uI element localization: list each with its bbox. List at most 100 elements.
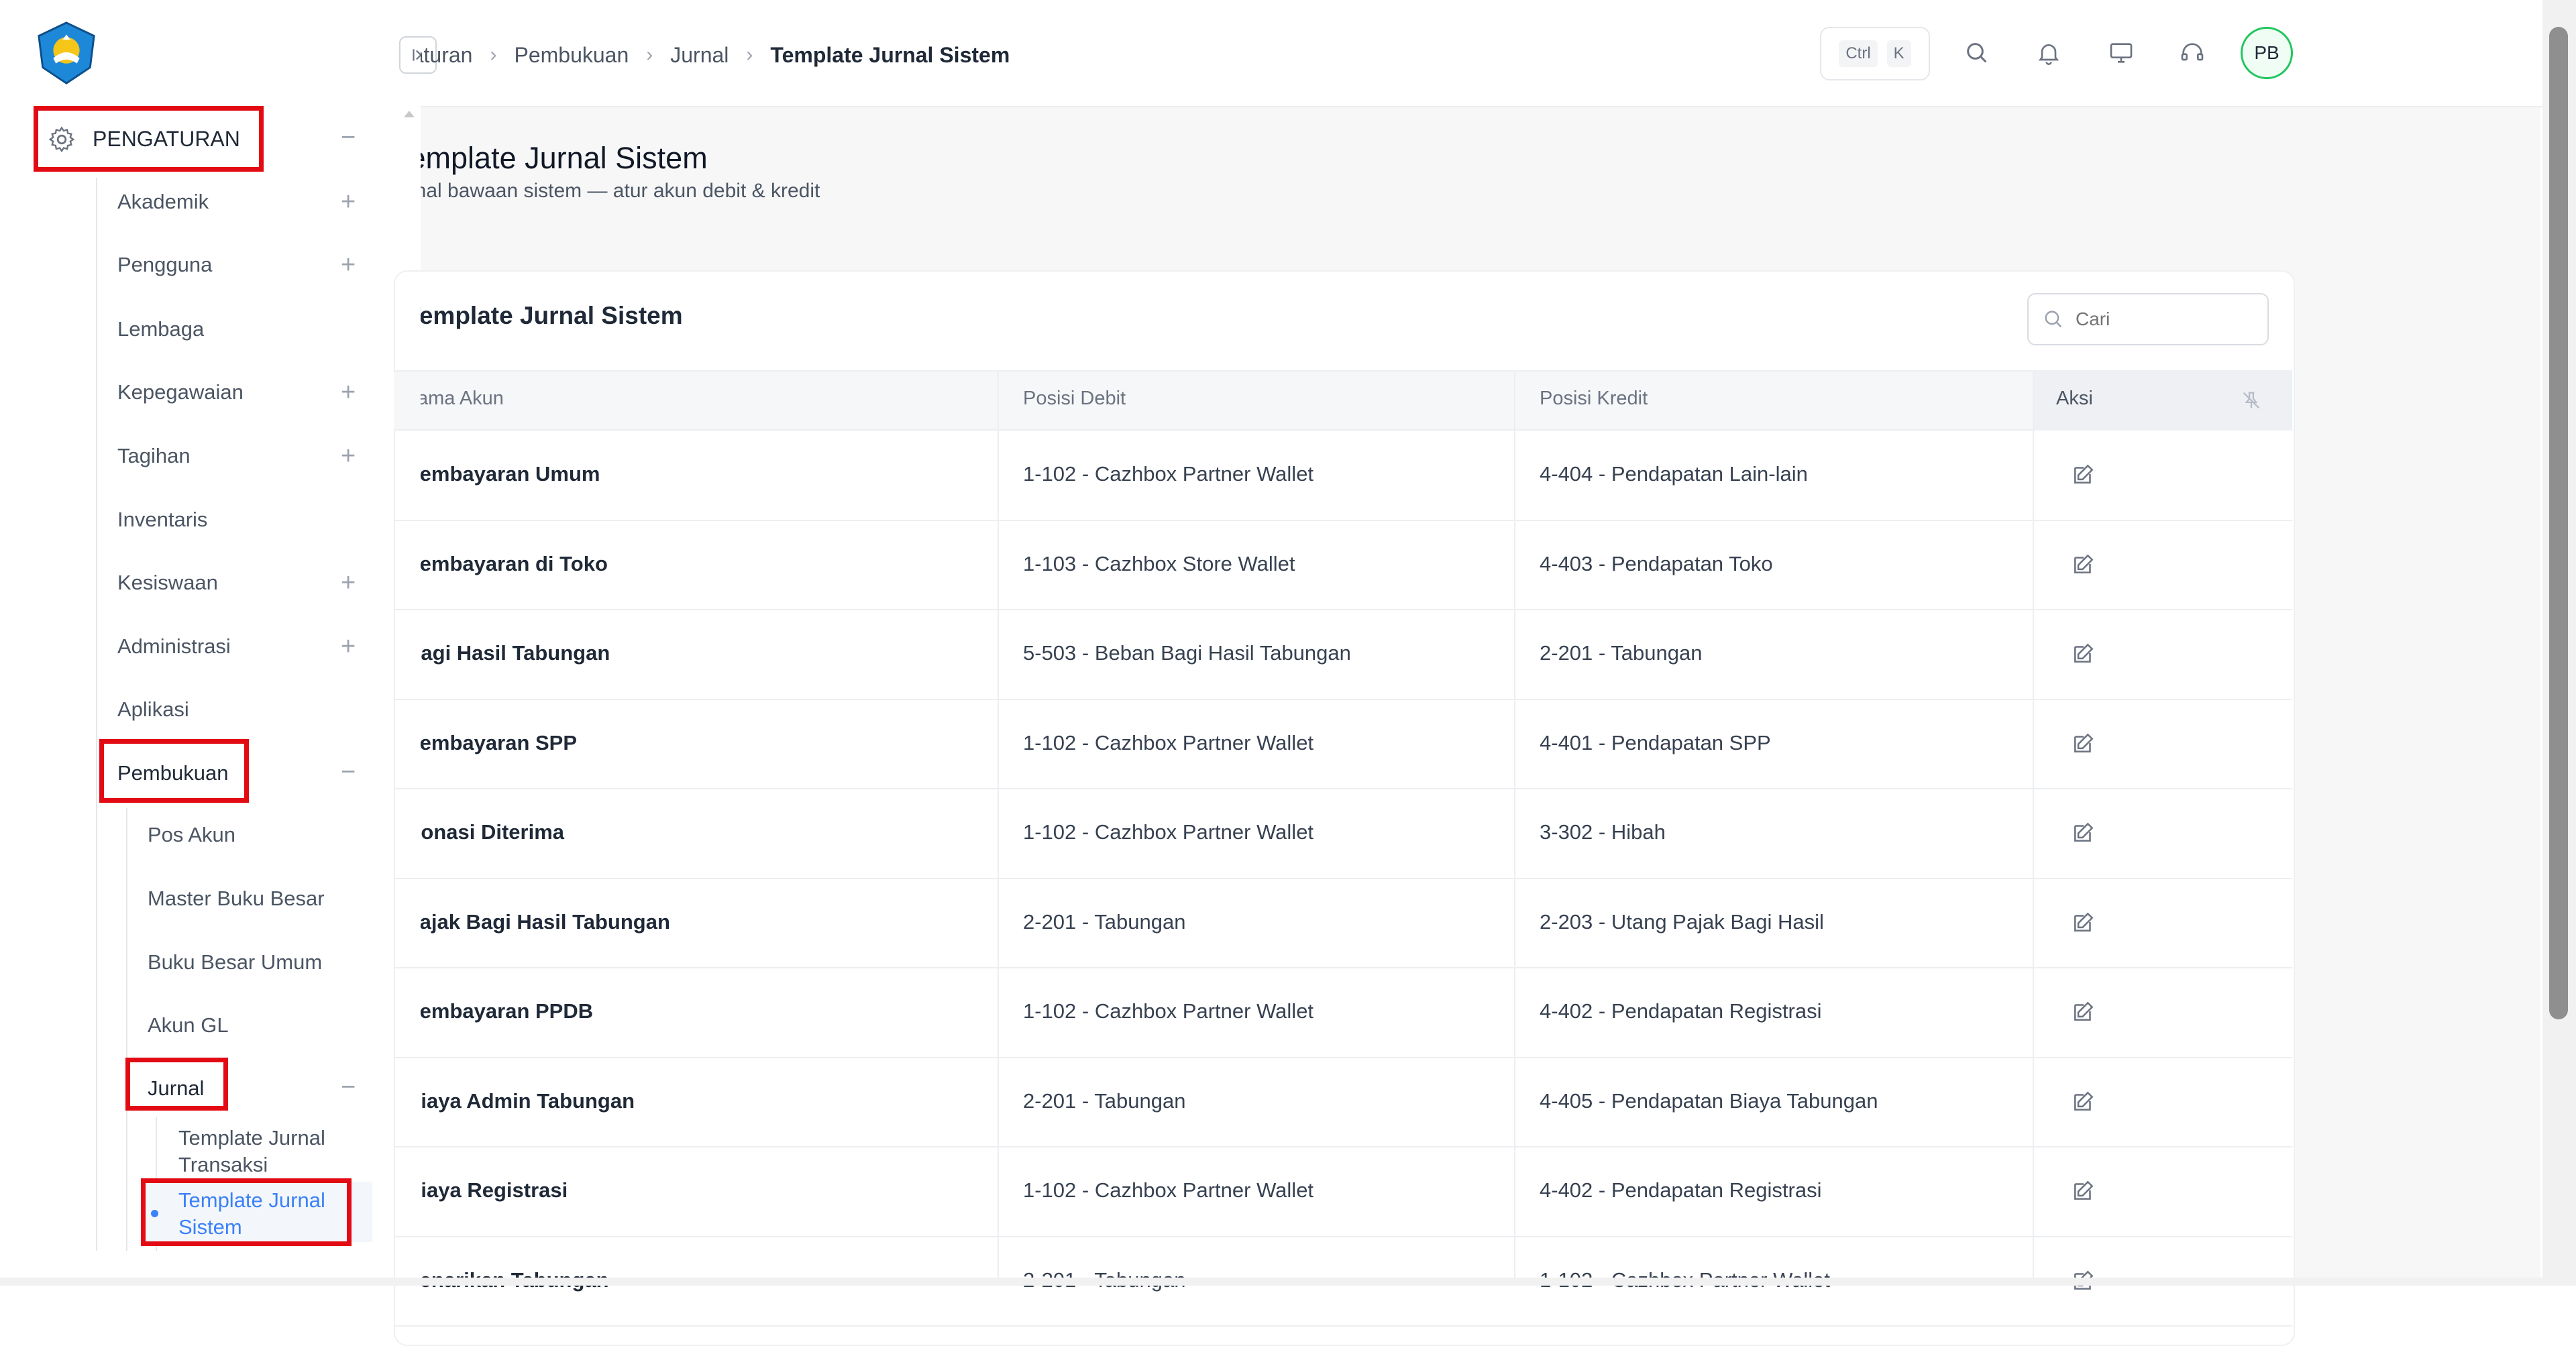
item-line: Transaksi [178, 1153, 268, 1176]
col-header-posisi-debit[interactable]: Posisi Debit [1023, 388, 1126, 410]
chevron-right-icon: › [646, 44, 653, 66]
item-line: Template Jurnal [178, 1126, 325, 1149]
sidebar-item-tagihan[interactable]: Tagihan [117, 444, 191, 468]
expand-icon[interactable]: + [341, 570, 356, 596]
page-subtitle-wrap: Jurnal bawaan sistem — atur akun debit &… [421, 180, 1427, 209]
edit-icon[interactable] [2071, 551, 2096, 577]
cell-nama-akun: Pembayaran PPDB [421, 999, 594, 1023]
collapse-toggle-icon[interactable]: − [341, 1074, 356, 1100]
breadcrumb: Pengaturan › Pembukuan › Jurnal › Templa… [421, 40, 1427, 70]
col-header-nama-akun[interactable]: Nama Akun [421, 388, 998, 410]
cell-posisi-debit: 1-102 - Cazhbox Partner Wallet [1023, 730, 1314, 754]
cell-nama-akun: Biaya Registrasi [421, 1178, 568, 1202]
avatar[interactable]: PB [2241, 27, 2293, 79]
cell-posisi-debit: 2-201 - Tabungan [1023, 909, 1186, 934]
sidebar-item-akademik[interactable]: Akademik [117, 190, 209, 214]
expand-icon[interactable]: + [341, 252, 356, 278]
card-title-wrap: Template Jurnal Sistem [421, 302, 1024, 335]
col-header-wrap: Nama Akun [421, 388, 998, 414]
col-header-posisi-kredit[interactable]: Posisi Kredit [1540, 388, 1648, 410]
search-icon [1967, 43, 1987, 63]
sidebar-item-administrasi[interactable]: Administrasi [117, 634, 231, 659]
tut-wuri-handayani-logo[interactable] [34, 20, 99, 86]
edit-icon[interactable] [2071, 730, 2096, 756]
sidebar-item-lembaga[interactable]: Lembaga [117, 317, 204, 341]
cell-wrap: Pembayaran di Toko [421, 552, 998, 579]
search-input[interactable] [2074, 308, 2245, 331]
sidebar-item-inventaris[interactable]: Inventaris [117, 508, 207, 532]
scroll-up-arrow-icon[interactable] [404, 111, 415, 117]
edit-icon[interactable] [2071, 999, 2096, 1024]
cell-posisi-debit: 5-503 - Beban Bagi Hasil Tabungan [1023, 641, 1351, 665]
sidebar: PENGATURAN − Akademik + Pengguna + Lemba… [0, 0, 421, 1286]
bottom-edge [0, 1278, 2576, 1286]
cell-nama-akun: Pembayaran di Toko [421, 551, 608, 575]
sidebar-item-template-jurnal-transaksi[interactable]: Template Jurnal Transaksi [178, 1125, 325, 1178]
expand-icon[interactable]: + [341, 634, 356, 659]
cell-posisi-debit: 1-102 - Cazhbox Partner Wallet [1023, 1178, 1314, 1202]
expand-icon[interactable]: + [341, 380, 356, 405]
cell-posisi-debit: 1-102 - Cazhbox Partner Wallet [1023, 462, 1314, 486]
window-scrollbar-thumb[interactable] [2549, 27, 2568, 1019]
page-subtitle: Jurnal bawaan sistem — atur akun debit &… [421, 180, 820, 202]
row-divider [394, 1325, 2292, 1327]
cell-posisi-kredit: 4-402 - Pendapatan Registrasi [1540, 999, 1822, 1023]
notification-button[interactable] [2025, 30, 2072, 76]
k-key: K [1886, 40, 1911, 67]
breadcrumb-item[interactable]: Pembukuan [514, 43, 629, 68]
edit-icon[interactable] [2071, 909, 2096, 935]
ctrl-key: Ctrl [1839, 40, 1878, 67]
sidebar-item-pengguna[interactable]: Pengguna [117, 253, 212, 277]
sidebar-item-master-buku-besar[interactable]: Master Buku Besar [148, 887, 325, 911]
collapse-toggle-icon[interactable]: − [341, 759, 356, 785]
display-button[interactable] [2098, 30, 2145, 76]
command-palette-button[interactable]: Ctrl K [1820, 27, 1930, 80]
search-field[interactable] [2027, 293, 2269, 345]
expand-icon[interactable]: + [341, 189, 356, 215]
page-title: Template Jurnal Sistem [421, 141, 708, 175]
sidebar-item-akun-gl[interactable]: Akun GL [148, 1013, 229, 1037]
cell-posisi-kredit: 2-203 - Utang Pajak Bagi Hasil [1540, 909, 1824, 934]
breadcrumb-item[interactable]: Jurnal [670, 43, 729, 68]
sidebar-item-jurnal[interactable]: Jurnal [148, 1076, 204, 1101]
cell-wrap: Bagi Hasil Tabungan [421, 641, 998, 668]
sidebar-item-buku-besar-umum[interactable]: Buku Besar Umum [148, 950, 322, 974]
edit-icon[interactable] [2071, 1088, 2096, 1114]
sidebar-item-kesiswaan[interactable]: Kesiswaan [117, 571, 218, 595]
chevron-right-icon: › [746, 44, 753, 66]
search-button[interactable] [1953, 30, 2000, 76]
gear-icon [48, 125, 75, 152]
edit-icon[interactable] [2071, 640, 2096, 666]
headset-icon [2181, 43, 2204, 61]
card-title: Template Jurnal Sistem [421, 302, 683, 329]
cell-wrap: Pembayaran PPDB [421, 999, 998, 1026]
unpin-icon[interactable] [2240, 389, 2263, 412]
edit-icon[interactable] [2071, 820, 2096, 845]
edit-icon[interactable] [2071, 461, 2096, 487]
breadcrumb-item[interactable]: Pengaturan [421, 43, 472, 68]
cell-nama-akun: Bagi Hasil Tabungan [421, 641, 610, 665]
cell-posisi-debit: 1-103 - Cazhbox Store Wallet [1023, 551, 1295, 575]
support-button[interactable] [2169, 30, 2216, 76]
sidebar-item-pos-akun[interactable]: Pos Akun [148, 823, 235, 847]
col-header-aksi: Aksi [2056, 388, 2093, 409]
cell-posisi-kredit: 4-402 - Pendapatan Registrasi [1540, 1178, 1822, 1202]
cell-nama-akun: Biaya Admin Tabungan [421, 1088, 635, 1113]
cell-wrap: Pembayaran Umum [421, 462, 998, 489]
sidebar-item-aplikasi[interactable]: Aplikasi [117, 697, 189, 722]
cell-posisi-debit: 2-201 - Tabungan [1023, 1088, 1186, 1113]
expand-icon[interactable]: + [341, 443, 356, 469]
cell-posisi-kredit: 4-404 - Pendapatan Lain-lain [1540, 462, 1808, 486]
active-dot-icon [151, 1210, 158, 1217]
cell-posisi-kredit: 2-201 - Tabungan [1540, 641, 1703, 665]
cell-nama-akun: Donasi Diterima [421, 820, 565, 844]
sidebar-section-pengaturan[interactable]: PENGATURAN [47, 121, 356, 158]
edit-icon[interactable] [2071, 1178, 2096, 1203]
cell-wrap: Biaya Registrasi [421, 1178, 998, 1205]
sidebar-item-kepegawaian[interactable]: Kepegawaian [117, 380, 244, 404]
sidebar-item-pembukuan[interactable]: Pembukuan [117, 761, 228, 785]
avatar-initials: PB [2254, 42, 2279, 63]
sidebar-item-template-jurnal-sistem[interactable]: Template Jurnal Sistem [178, 1187, 325, 1241]
sidebar-section-label: PENGATURAN [93, 127, 240, 151]
collapse-toggle-icon[interactable]: − [341, 125, 356, 150]
